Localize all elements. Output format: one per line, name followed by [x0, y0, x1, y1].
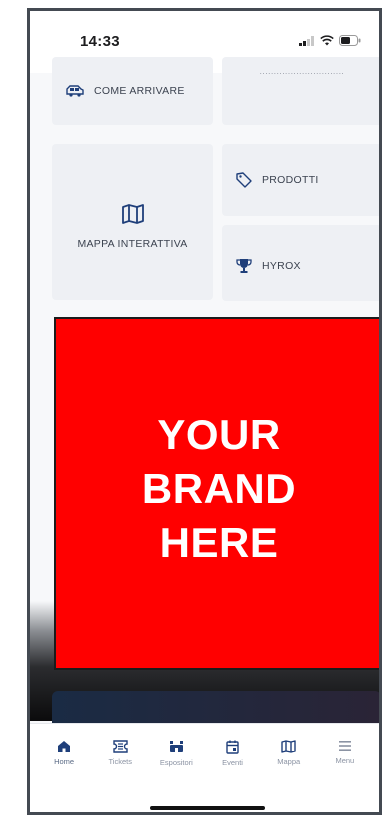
tile-label: MAPPA INTERATTIVA	[77, 238, 188, 250]
tile-label-cut: ..............................	[259, 67, 345, 76]
tab-mappa[interactable]: Mappa	[264, 740, 314, 767]
ad-banner[interactable]: YOUR BRAND HERE	[54, 317, 379, 670]
map-icon	[281, 740, 296, 753]
tile-partial[interactable]: ..............................	[222, 57, 379, 125]
tab-espositori[interactable]: Espositori	[151, 740, 201, 767]
tab-label: Menu	[335, 756, 355, 765]
ticket-icon	[113, 740, 128, 753]
exhibitor-icon	[169, 740, 184, 754]
tag-icon	[236, 172, 252, 188]
trophy-icon	[236, 258, 252, 274]
tile-prodotti[interactable]: PRODOTTI	[222, 144, 379, 216]
wifi-icon	[320, 35, 334, 46]
tab-label: Home	[54, 757, 75, 766]
signal-icon	[299, 35, 315, 46]
tab-eventi[interactable]: Eventi	[208, 740, 258, 767]
car-icon	[66, 85, 84, 97]
battery-icon	[339, 35, 361, 46]
tab-label: Mappa	[277, 757, 301, 766]
tab-tickets[interactable]: Tickets	[95, 740, 145, 767]
home-indicator[interactable]	[150, 806, 265, 810]
tile-label: PRODOTTI	[262, 174, 319, 186]
tab-menu[interactable]: Menu	[320, 740, 370, 767]
menu-icon	[338, 740, 352, 752]
tab-label: Espositori	[159, 758, 193, 767]
bottom-tab-bar: Home Tickets Espositori Eventi Mappa Men…	[30, 723, 379, 812]
tile-label: HYROX	[262, 260, 301, 272]
tile-hyrox[interactable]: HYROX	[222, 225, 379, 301]
tab-home[interactable]: Home	[39, 740, 89, 767]
calendar-icon	[226, 740, 239, 754]
tab-label: Eventi	[222, 758, 243, 767]
tile-label: COME ARRIVARE	[94, 85, 185, 97]
ad-banner-text: YOUR BRAND HERE	[141, 410, 297, 566]
home-icon	[57, 740, 71, 753]
tab-label: Tickets	[108, 757, 132, 766]
phone-screen: 14:33 COME ARRIVARE ....................…	[27, 8, 382, 815]
status-time: 14:33	[80, 33, 120, 50]
map-icon	[121, 204, 144, 224]
tile-mappa-interattiva[interactable]: MAPPA INTERATTIVA	[52, 144, 213, 300]
tile-come-arrivare[interactable]: COME ARRIVARE	[52, 57, 213, 125]
status-icons	[299, 35, 361, 46]
